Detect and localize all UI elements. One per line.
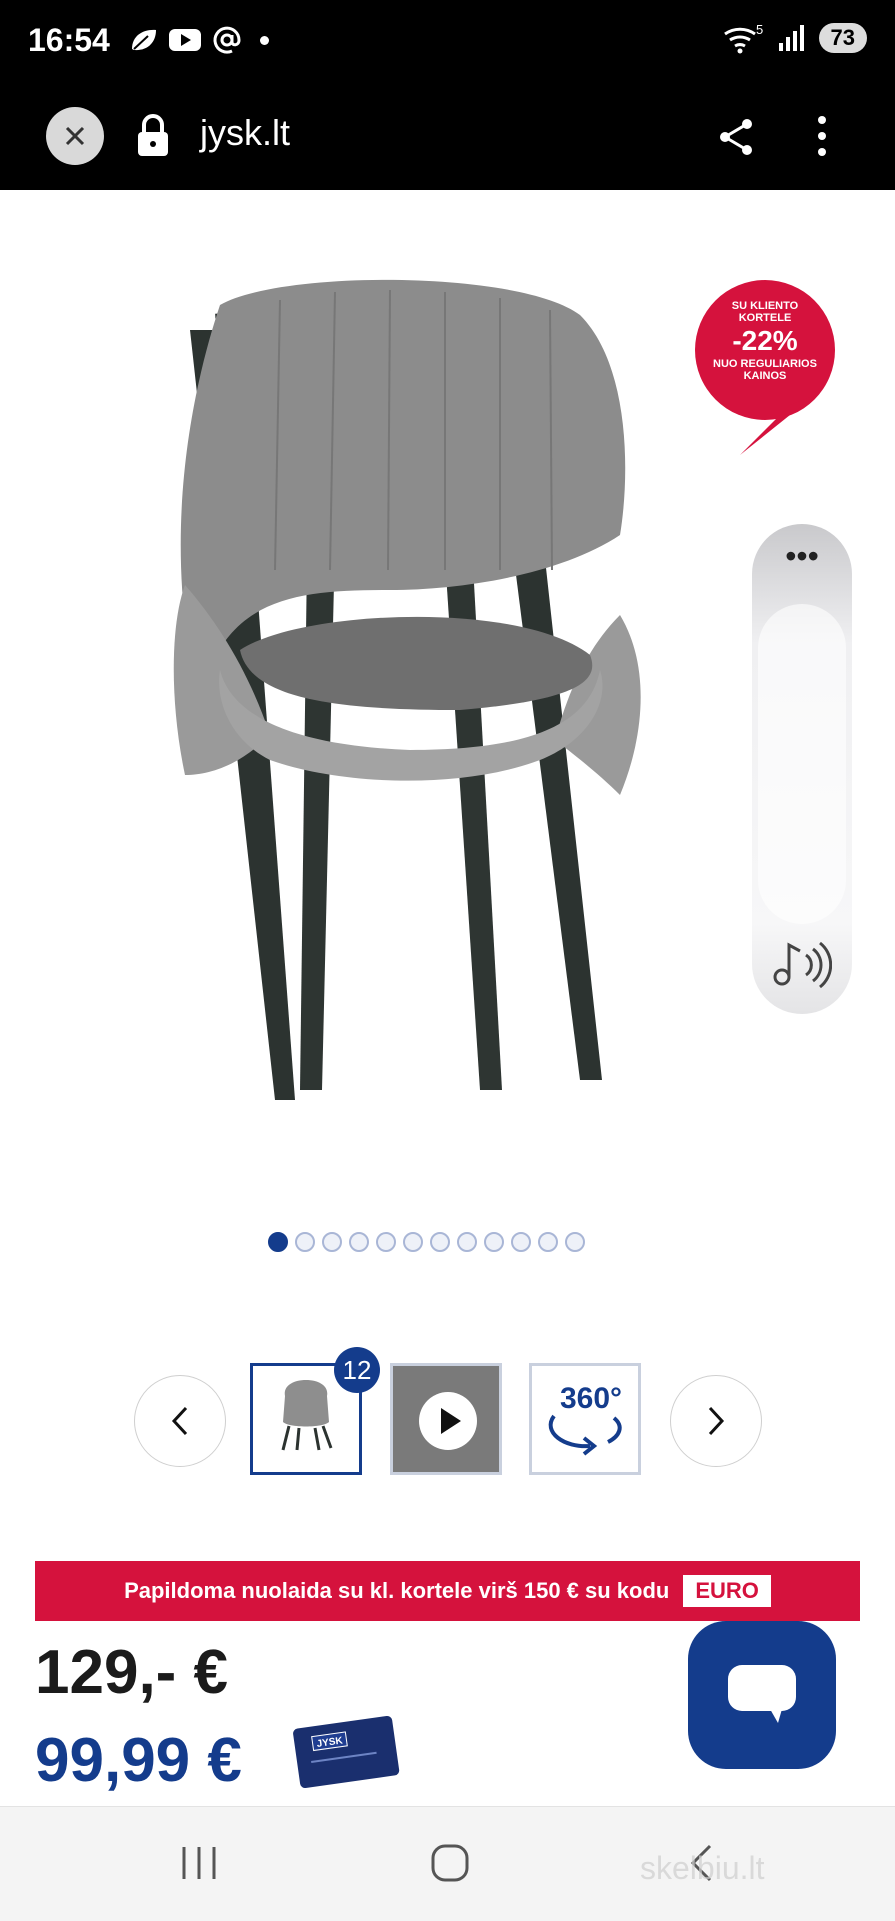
next-image-button[interactable] [670,1375,762,1467]
carousel-dot[interactable] [538,1232,558,1252]
leaf-icon [132,29,156,51]
home-icon[interactable] [430,1843,470,1883]
promo-line-3: NUO REGULIARIOS [713,358,817,370]
play-video-icon [419,1392,477,1450]
rotate-360-label: 360° [560,1382,622,1415]
status-bar: 16:54 5 73 [0,0,895,86]
carousel-dot[interactable] [484,1232,504,1252]
promo-line-1: SU KLIENTO [731,300,799,312]
thumbnail-360-view[interactable]: 360° [529,1363,641,1475]
rotate-360-icon: 360° [548,1382,622,1456]
music-sound-icon[interactable] [772,939,832,989]
close-tab-button[interactable] [46,107,104,165]
more-options-icon[interactable] [816,114,828,158]
carousel-dot[interactable] [403,1232,423,1252]
network-type-label: 5 [756,22,763,37]
promo-badge-text: SU KLIENTO KORTELE -22% NUO REGULIARIOS … [695,300,835,382]
loyalty-card-image: JYSK [293,1715,400,1788]
recent-apps-icon[interactable] [180,1845,218,1881]
status-notification-icons [128,25,269,55]
wifi-icon: 5 [723,22,763,54]
previous-image-button[interactable] [134,1375,226,1467]
carousel-pagination [268,1232,585,1252]
watermark-text: skelbiu.lt [640,1850,765,1886]
promo-line-4: KAINOS [743,370,787,382]
image-count-badge: 12 [334,1347,380,1393]
product-image-chair[interactable] [160,270,760,1100]
carousel-dot[interactable] [268,1232,288,1252]
battery-indicator: 73 [818,23,867,53]
url-text[interactable]: jysk.lt [200,112,290,154]
promo-code: EURO [683,1575,771,1607]
side-panel-track [758,604,846,924]
browser-toolbar: jysk.lt [0,86,895,190]
carousel-dot[interactable] [376,1232,396,1252]
banner-text: Papildoma nuolaida su kl. kortele virš 1… [124,1578,670,1603]
carousel-dot[interactable] [511,1232,531,1252]
status-system-icons: 5 73 [721,22,867,54]
lock-icon [138,114,168,156]
status-time: 16:54 [28,22,110,58]
chat-bubble-icon [728,1665,796,1723]
ellipsis-icon[interactable]: ••• [752,540,852,572]
regular-price: 129,- € [35,1638,229,1707]
carousel-dot[interactable] [349,1232,369,1252]
share-icon[interactable] [716,116,756,158]
chevron-right-icon [708,1406,725,1436]
youtube-icon [169,29,201,51]
carousel-dot[interactable] [565,1232,585,1252]
chevron-left-icon [171,1406,188,1436]
carousel-dot[interactable] [430,1232,450,1252]
notification-dot-icon [260,35,269,45]
card-price: 99,99 € [35,1726,242,1795]
carousel-dot[interactable] [457,1232,477,1252]
promo-line-2: KORTELE [738,312,792,324]
extra-discount-banner: Papildoma nuolaida su kl. kortele virš 1… [35,1561,860,1621]
close-icon [65,126,85,146]
carousel-dot[interactable] [295,1232,315,1252]
promo-discount: -22% [732,325,798,356]
signal-icon [778,25,804,51]
at-icon [213,26,241,54]
floating-side-panel[interactable]: ••• [752,524,852,1014]
chat-button[interactable] [688,1621,836,1769]
carousel-dot[interactable] [322,1232,342,1252]
thumbnail-video[interactable] [390,1363,502,1475]
